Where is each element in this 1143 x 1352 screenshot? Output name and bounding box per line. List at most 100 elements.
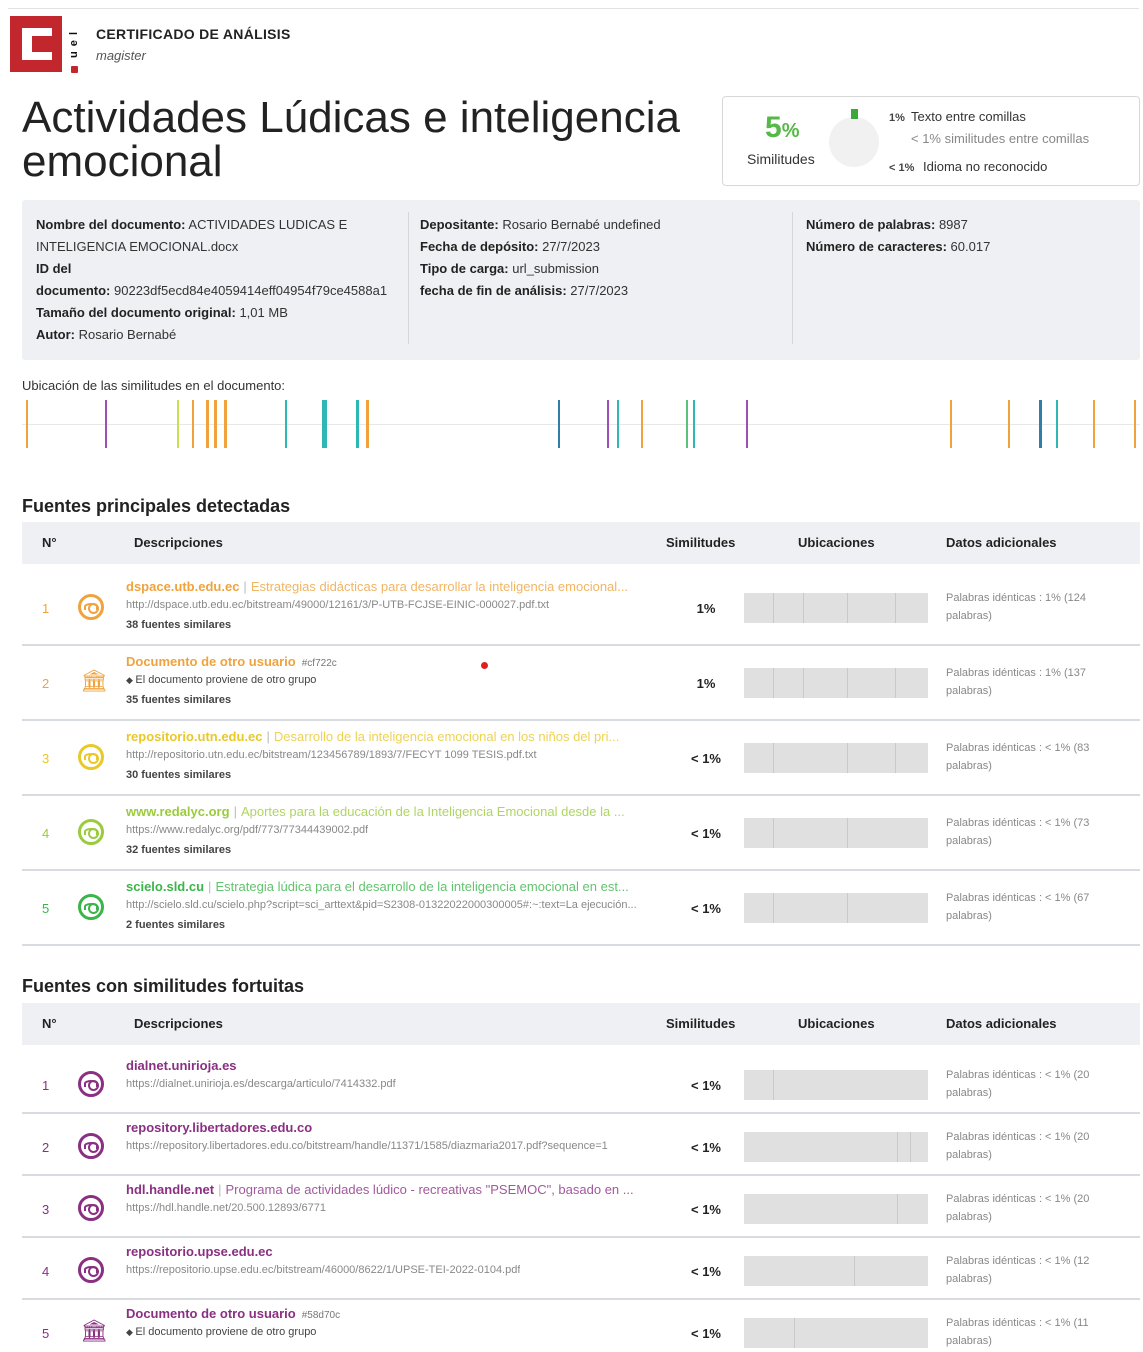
source-url[interactable]: http://dspace.utb.edu.ec/bitstream/49000… — [126, 599, 549, 611]
source-url[interactable]: https://hdl.handle.net/20.500.12893/6771 — [126, 1202, 326, 1214]
source-description[interactable]: hdl.handle.net | Programa de actividades l… — [126, 1182, 634, 1197]
header-num: N° — [42, 535, 57, 550]
similarity-location-mark[interactable] — [693, 400, 695, 448]
similarity-location-mark[interactable] — [214, 400, 217, 448]
similar-sources-link[interactable]: 2 fuentes similares — [126, 919, 225, 931]
similarity-location-mark[interactable] — [558, 400, 560, 448]
info-line: Tamaño del documento original: 1,01 MB — [36, 302, 408, 324]
source-domain-link[interactable]: repositorio.utn.edu.ec — [126, 729, 263, 744]
similarity-location-mark[interactable] — [356, 400, 359, 448]
source-description[interactable]: scielo.sld.cu | Estrategia lúdica para el … — [126, 879, 629, 894]
source-note: ◆ El documento proviene de otro grupo — [126, 1326, 316, 1338]
similarity-location-mark[interactable] — [1039, 400, 1042, 448]
source-row[interactable]: 4 www.redalyc.org | Aportes para la educaci… — [22, 796, 1140, 871]
source-row[interactable]: 1 dialnet.unirioja.es https://dialnet.unir… — [22, 1052, 1140, 1114]
source-domain-link[interactable]: repositorio.upse.edu.ec — [126, 1244, 273, 1259]
header-similarities: Similitudes — [666, 1016, 736, 1031]
similarity-location-mark[interactable] — [224, 400, 227, 448]
info-key: Autor: — [36, 327, 75, 342]
locations-minibar — [744, 743, 928, 773]
info-column-counts: Número de palabras: 8987 Número de caract… — [806, 214, 1126, 258]
similarity-row-inside-quotes: < 1% similitudes entre comillas — [911, 131, 1090, 146]
similarity-location-mark[interactable] — [322, 400, 327, 448]
similarity-location-mark[interactable] — [105, 400, 107, 448]
source-description[interactable]: www.redalyc.org | Aportes para la educació… — [126, 804, 625, 819]
source-domain-link[interactable]: dspace.utb.edu.ec — [126, 579, 239, 594]
source-description[interactable]: Documento de otro usuario #cf722c — [126, 654, 337, 669]
source-description[interactable]: repositorio.utn.edu.ec | Desarrollo de la … — [126, 729, 619, 744]
similarity-location-mark[interactable] — [177, 400, 179, 448]
header-similarities: Similitudes — [666, 535, 736, 550]
similarity-location-mark[interactable] — [607, 400, 609, 448]
locations-minibar — [744, 818, 928, 848]
source-description[interactable]: repository.libertadores.edu.co — [126, 1120, 312, 1135]
fortuitous-sources-table-header: N° Descripciones Similitudes Ubicaciones… — [22, 1003, 1140, 1045]
tag-icon: ◆ — [126, 1327, 136, 1337]
source-number: 4 — [42, 1264, 50, 1279]
locations-minibar — [744, 1070, 928, 1100]
similarity-percent: < 1% — [691, 1202, 721, 1217]
source-domain-link[interactable]: hdl.handle.net — [126, 1182, 214, 1197]
main-sources-title: Fuentes principales detectadas — [22, 496, 291, 516]
source-domain-link[interactable]: repository.libertadores.edu.co — [126, 1120, 312, 1135]
similar-sources-link[interactable]: 35 fuentes similares — [126, 694, 231, 706]
source-url[interactable]: https://dialnet.unirioja.es/descarga/art… — [126, 1078, 396, 1090]
source-number: 4 — [42, 826, 50, 841]
source-domain-link[interactable]: www.redalyc.org — [126, 804, 230, 819]
source-row[interactable]: 5 🏛 Documento de otro usuario #58d70c ◆ El d… — [22, 1300, 1140, 1352]
similarity-location-mark[interactable] — [206, 400, 209, 448]
similarity-location-mark[interactable] — [366, 400, 369, 448]
source-number: 3 — [42, 751, 50, 766]
source-description[interactable]: dspace.utb.edu.ec | Estrategias didácticas… — [126, 579, 628, 594]
similarity-location-mark[interactable] — [950, 400, 952, 448]
info-key: Número de palabras: — [806, 217, 936, 232]
similarity-location-mark[interactable] — [641, 400, 643, 448]
separator: | — [243, 579, 247, 594]
source-url[interactable]: https://www.redalyc.org/pdf/773/77344439… — [126, 824, 368, 836]
source-row[interactable]: 1 dspace.utb.edu.ec | Estrategias didáctica… — [22, 571, 1140, 646]
info-key: ID del — [36, 261, 72, 276]
source-row[interactable]: 3 repositorio.utn.edu.ec | Desarrollo de la… — [22, 721, 1140, 796]
similarity-location-mark[interactable] — [1008, 400, 1010, 448]
source-url[interactable]: http://scielo.sld.cu/scielo.php?script=s… — [126, 899, 637, 911]
source-url[interactable]: http://repositorio.utn.edu.ec/bitstream/… — [126, 749, 537, 761]
additional-data: Palabras idénticas : < 1% (12 palabras) — [946, 1255, 1090, 1285]
source-domain-link[interactable]: dialnet.unirioja.es — [126, 1058, 237, 1073]
source-description[interactable]: dialnet.unirioja.es — [126, 1058, 237, 1073]
similarity-location-mark[interactable] — [746, 400, 748, 448]
similar-sources-link[interactable]: 32 fuentes similares — [126, 844, 231, 856]
additional-data: Palabras idénticas : < 1% (83 palabras) — [946, 742, 1090, 772]
info-key: fecha de fin de análisis: — [420, 283, 567, 298]
additional-data: Palabras idénticas : 1% (124 palabras) — [946, 592, 1087, 622]
source-row[interactable]: 4 repositorio.upse.edu.ec https://reposito… — [22, 1238, 1140, 1300]
source-number: 2 — [42, 1140, 50, 1155]
source-row[interactable]: 3 hdl.handle.net | Programa de actividades … — [22, 1176, 1140, 1238]
similar-sources-link[interactable]: 30 fuentes similares — [126, 769, 231, 781]
source-url[interactable]: https://repositorio.upse.edu.ec/bitstrea… — [126, 1264, 520, 1276]
source-domain-link[interactable]: scielo.sld.cu — [126, 879, 204, 894]
similarity-location-mark[interactable] — [1134, 400, 1136, 448]
similarity-location-mark[interactable] — [1056, 400, 1058, 448]
header-descriptions: Descripciones — [134, 535, 223, 550]
source-description[interactable]: Documento de otro usuario #58d70c — [126, 1306, 340, 1321]
similarity-location-mark[interactable] — [285, 400, 287, 448]
source-number: 2 — [42, 676, 50, 691]
locations-minibar — [744, 1256, 928, 1286]
info-line: Depositante: Rosario Bernabé undefined — [420, 214, 780, 236]
source-row[interactable]: 2 repository.libertadores.edu.co https://r… — [22, 1114, 1140, 1176]
main-sources-table-header: N° Descripciones Similitudes Ubicaciones… — [22, 522, 1140, 564]
similarity-location-mark[interactable] — [1093, 400, 1095, 448]
source-url[interactable]: https://repository.libertadores.edu.co/b… — [126, 1140, 608, 1152]
similar-sources-link[interactable]: 38 fuentes similares — [126, 619, 231, 631]
source-domain-link[interactable]: Documento de otro usuario — [126, 654, 296, 669]
similarity-location-mark[interactable] — [192, 400, 194, 448]
similarity-location-mark[interactable] — [686, 400, 688, 448]
info-line: Número de palabras: 8987 — [806, 214, 1126, 236]
source-domain-link[interactable]: Documento de otro usuario — [126, 1306, 296, 1321]
similarity-location-mark[interactable] — [26, 400, 28, 448]
info-line: Tipo de carga: url_submission — [420, 258, 780, 280]
source-description[interactable]: repositorio.upse.edu.ec — [126, 1244, 273, 1259]
source-row[interactable]: 2 🏛 Documento de otro usuario #cf722c ◆ El d… — [22, 646, 1140, 721]
similarity-location-mark[interactable] — [617, 400, 619, 448]
source-row[interactable]: 5 scielo.sld.cu | Estrategia lúdica para el… — [22, 871, 1140, 946]
